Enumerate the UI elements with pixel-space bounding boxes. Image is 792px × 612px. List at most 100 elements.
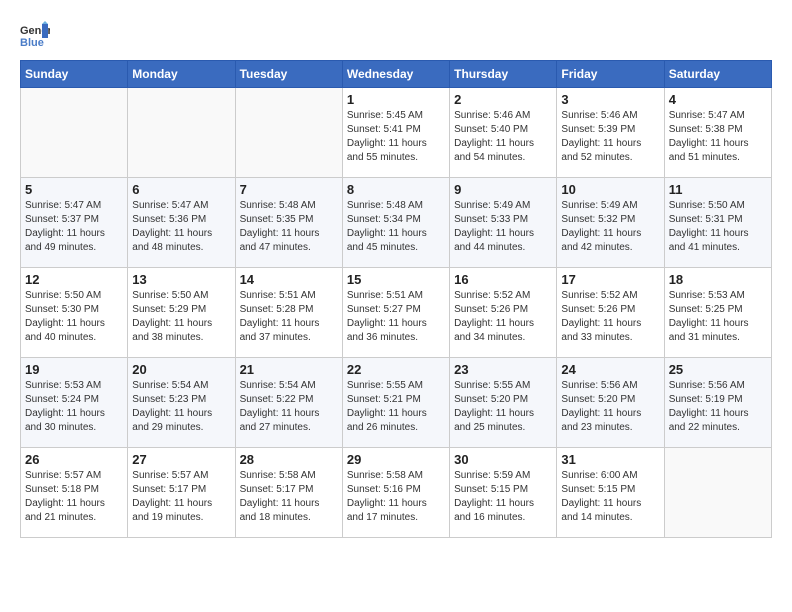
weekday-header-thursday: Thursday [450,61,557,88]
calendar-cell: 17 Sunrise: 5:52 AM Sunset: 5:26 PM Dayli… [557,268,664,358]
day-info: Sunrise: 5:48 AM Sunset: 5:35 PM Dayligh… [240,199,338,255]
calendar-cell [21,88,128,178]
day-number: 23 [454,362,552,377]
day-info: Sunrise: 5:52 AM Sunset: 5:26 PM Dayligh… [561,289,659,345]
day-info: Sunrise: 5:47 AM Sunset: 5:36 PM Dayligh… [132,199,230,255]
calendar-cell: 8 Sunrise: 5:48 AM Sunset: 5:34 PM Daylig… [342,178,449,268]
calendar-cell [128,88,235,178]
logo-icon: General Blue [20,20,50,50]
day-number: 9 [454,182,552,197]
day-info: Sunrise: 5:54 AM Sunset: 5:22 PM Dayligh… [240,379,338,435]
day-number: 31 [561,452,659,467]
weekday-header-row: SundayMondayTuesdayWednesdayThursdayFrid… [21,61,772,88]
day-number: 13 [132,272,230,287]
calendar-cell [664,448,771,538]
day-number: 28 [240,452,338,467]
calendar-cell: 23 Sunrise: 5:55 AM Sunset: 5:20 PM Dayli… [450,358,557,448]
weekday-header-monday: Monday [128,61,235,88]
day-info: Sunrise: 5:50 AM Sunset: 5:30 PM Dayligh… [25,289,123,345]
calendar-cell: 28 Sunrise: 5:58 AM Sunset: 5:17 PM Dayli… [235,448,342,538]
day-info: Sunrise: 5:57 AM Sunset: 5:17 PM Dayligh… [132,469,230,525]
day-number: 25 [669,362,767,377]
calendar-cell: 21 Sunrise: 5:54 AM Sunset: 5:22 PM Dayli… [235,358,342,448]
day-number: 8 [347,182,445,197]
day-info: Sunrise: 5:49 AM Sunset: 5:33 PM Dayligh… [454,199,552,255]
day-info: Sunrise: 6:00 AM Sunset: 5:15 PM Dayligh… [561,469,659,525]
day-info: Sunrise: 5:47 AM Sunset: 5:38 PM Dayligh… [669,109,767,165]
day-number: 21 [240,362,338,377]
week-row-4: 26 Sunrise: 5:57 AM Sunset: 5:18 PM Dayli… [21,448,772,538]
day-number: 4 [669,92,767,107]
weekday-header-friday: Friday [557,61,664,88]
week-row-0: 1 Sunrise: 5:45 AM Sunset: 5:41 PM Daylig… [21,88,772,178]
calendar-cell: 10 Sunrise: 5:49 AM Sunset: 5:32 PM Dayli… [557,178,664,268]
weekday-header-wednesday: Wednesday [342,61,449,88]
day-number: 24 [561,362,659,377]
calendar-cell: 14Sunrise: 5:51 AM Sunset: 5:28 PM Dayli… [235,268,342,358]
day-number: 5 [25,182,123,197]
day-info: Sunrise: 5:58 AM Sunset: 5:16 PM Dayligh… [347,469,445,525]
day-number: 3 [561,92,659,107]
day-info: Sunrise: 5:46 AM Sunset: 5:39 PM Dayligh… [561,109,659,165]
calendar-cell: 3 Sunrise: 5:46 AM Sunset: 5:39 PM Daylig… [557,88,664,178]
week-row-1: 5 Sunrise: 5:47 AM Sunset: 5:37 PM Daylig… [21,178,772,268]
day-number: 29 [347,452,445,467]
day-info: Sunrise: 5:46 AM Sunset: 5:40 PM Dayligh… [454,109,552,165]
weekday-header-tuesday: Tuesday [235,61,342,88]
day-number: 18 [669,272,767,287]
day-info: Sunrise: 5:55 AM Sunset: 5:21 PM Dayligh… [347,379,445,435]
day-number: 11 [669,182,767,197]
day-info: Sunrise: 5:48 AM Sunset: 5:34 PM Dayligh… [347,199,445,255]
calendar-table: SundayMondayTuesdayWednesdayThursdayFrid… [20,60,772,538]
day-number: 6 [132,182,230,197]
calendar-cell: 24Sunrise: 5:56 AM Sunset: 5:20 PM Dayli… [557,358,664,448]
calendar-cell: 7Sunrise: 5:48 AM Sunset: 5:35 PM Daylig… [235,178,342,268]
calendar-cell: 27 Sunrise: 5:57 AM Sunset: 5:17 PM Dayli… [128,448,235,538]
day-info: Sunrise: 5:53 AM Sunset: 5:25 PM Dayligh… [669,289,767,345]
calendar-cell: 25Sunrise: 5:56 AM Sunset: 5:19 PM Dayli… [664,358,771,448]
day-info: Sunrise: 5:53 AM Sunset: 5:24 PM Dayligh… [25,379,123,435]
calendar-cell: 9 Sunrise: 5:49 AM Sunset: 5:33 PM Daylig… [450,178,557,268]
day-number: 27 [132,452,230,467]
day-number: 10 [561,182,659,197]
day-info: Sunrise: 5:47 AM Sunset: 5:37 PM Dayligh… [25,199,123,255]
calendar-cell: 19Sunrise: 5:53 AM Sunset: 5:24 PM Dayli… [21,358,128,448]
day-info: Sunrise: 5:51 AM Sunset: 5:28 PM Dayligh… [240,289,338,345]
day-info: Sunrise: 5:57 AM Sunset: 5:18 PM Dayligh… [25,469,123,525]
calendar-cell: 29 Sunrise: 5:58 AM Sunset: 5:16 PM Dayli… [342,448,449,538]
day-number: 17 [561,272,659,287]
calendar-cell: 20 Sunrise: 5:54 AM Sunset: 5:23 PM Dayli… [128,358,235,448]
day-number: 1 [347,92,445,107]
weekday-header-saturday: Saturday [664,61,771,88]
calendar-cell: 16 Sunrise: 5:52 AM Sunset: 5:26 PM Dayli… [450,268,557,358]
calendar-cell: 1 Sunrise: 5:45 AM Sunset: 5:41 PM Daylig… [342,88,449,178]
calendar-cell: 22 Sunrise: 5:55 AM Sunset: 5:21 PM Dayli… [342,358,449,448]
calendar-cell: 12Sunrise: 5:50 AM Sunset: 5:30 PM Dayli… [21,268,128,358]
day-info: Sunrise: 5:54 AM Sunset: 5:23 PM Dayligh… [132,379,230,435]
calendar-cell: 18 Sunrise: 5:53 AM Sunset: 5:25 PM Dayli… [664,268,771,358]
calendar-cell: 4 Sunrise: 5:47 AM Sunset: 5:38 PM Daylig… [664,88,771,178]
week-row-3: 19Sunrise: 5:53 AM Sunset: 5:24 PM Dayli… [21,358,772,448]
day-number: 20 [132,362,230,377]
calendar-cell: 13 Sunrise: 5:50 AM Sunset: 5:29 PM Dayli… [128,268,235,358]
day-info: Sunrise: 5:52 AM Sunset: 5:26 PM Dayligh… [454,289,552,345]
day-number: 22 [347,362,445,377]
day-number: 16 [454,272,552,287]
day-info: Sunrise: 5:51 AM Sunset: 5:27 PM Dayligh… [347,289,445,345]
day-info: Sunrise: 5:58 AM Sunset: 5:17 PM Dayligh… [240,469,338,525]
page-header: General Blue [20,20,772,50]
day-info: Sunrise: 5:50 AM Sunset: 5:29 PM Dayligh… [132,289,230,345]
calendar-cell: 15Sunrise: 5:51 AM Sunset: 5:27 PM Dayli… [342,268,449,358]
calendar-cell: 31 Sunrise: 6:00 AM Sunset: 5:15 PM Dayli… [557,448,664,538]
calendar-cell: 30Sunrise: 5:59 AM Sunset: 5:15 PM Dayli… [450,448,557,538]
day-number: 2 [454,92,552,107]
day-info: Sunrise: 5:50 AM Sunset: 5:31 PM Dayligh… [669,199,767,255]
calendar-cell [235,88,342,178]
svg-text:Blue: Blue [20,37,44,49]
day-number: 26 [25,452,123,467]
day-info: Sunrise: 5:45 AM Sunset: 5:41 PM Dayligh… [347,109,445,165]
day-info: Sunrise: 5:55 AM Sunset: 5:20 PM Dayligh… [454,379,552,435]
day-info: Sunrise: 5:49 AM Sunset: 5:32 PM Dayligh… [561,199,659,255]
calendar-cell: 5 Sunrise: 5:47 AM Sunset: 5:37 PM Daylig… [21,178,128,268]
calendar-cell: 26 Sunrise: 5:57 AM Sunset: 5:18 PM Dayli… [21,448,128,538]
